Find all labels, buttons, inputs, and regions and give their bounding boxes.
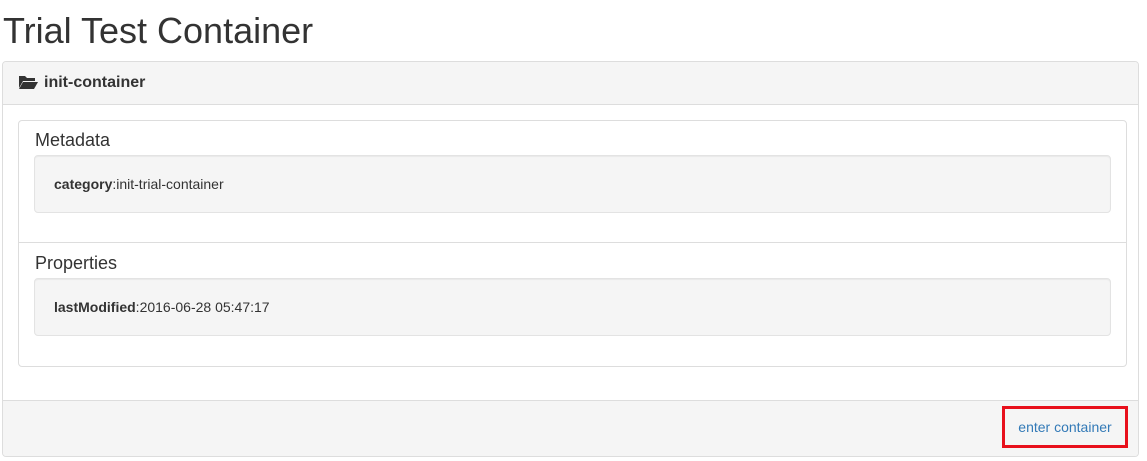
panel-footer: enter container — [3, 400, 1138, 456]
folder-open-icon — [18, 74, 38, 90]
container-panel: init-container Metadata category:init-tr… — [2, 61, 1139, 457]
properties-well: lastModified:2016-06-28 05:47:17 — [34, 278, 1111, 336]
properties-value: 2016-06-28 05:47:17 — [139, 299, 270, 315]
container-name: init-container — [44, 74, 146, 91]
metadata-key: category — [54, 176, 113, 192]
panel-heading: init-container — [3, 62, 1138, 105]
section-divider — [19, 242, 1126, 243]
details-panel: Metadata category:init-trial-container P… — [18, 120, 1127, 367]
page-title: Trial Test Container — [3, 10, 314, 51]
metadata-title: Metadata — [35, 130, 111, 150]
properties-entry: lastModified:2016-06-28 05:47:17 — [54, 299, 270, 316]
metadata-value: init-trial-container — [116, 176, 224, 192]
metadata-entry: category:init-trial-container — [54, 176, 224, 193]
properties-key: lastModified — [54, 299, 136, 315]
metadata-well: category:init-trial-container — [34, 155, 1111, 213]
properties-title: Properties — [35, 253, 118, 273]
enter-container-link[interactable]: enter container — [1002, 406, 1128, 448]
